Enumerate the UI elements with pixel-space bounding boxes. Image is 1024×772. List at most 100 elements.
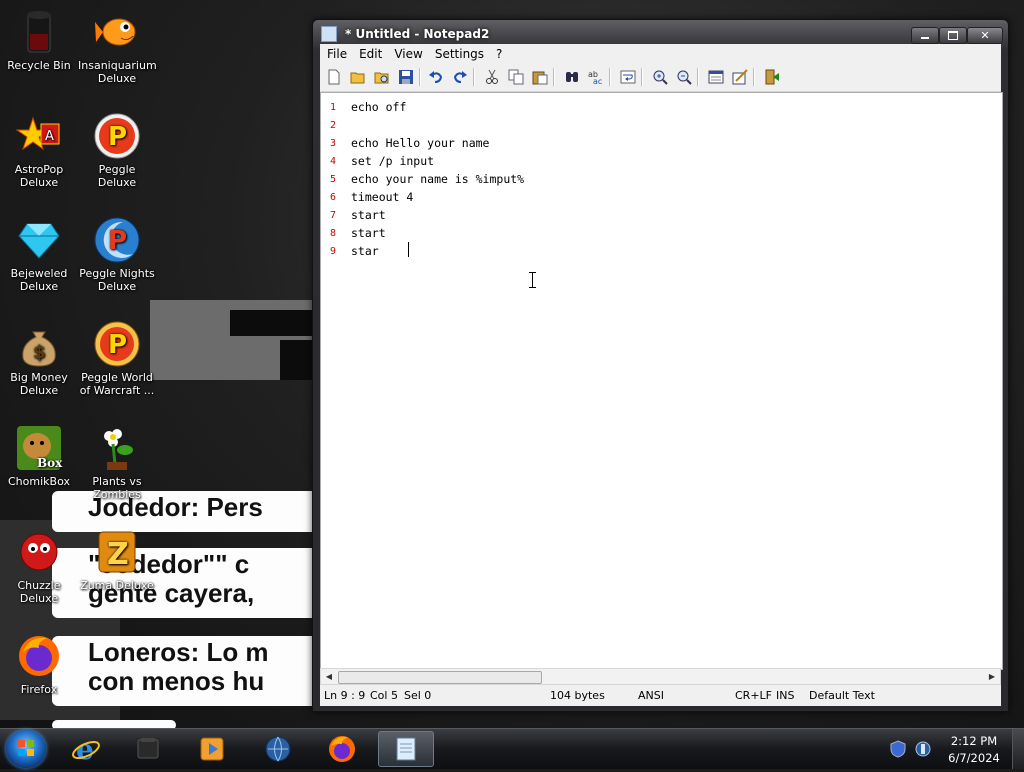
copy-icon[interactable]	[508, 69, 524, 85]
word-wrap-icon[interactable]	[620, 69, 636, 85]
start-button[interactable]	[6, 730, 46, 768]
chomikbox-icon: Box	[15, 424, 63, 472]
desktop-icon-recycle-bin[interactable]: Recycle Bin	[0, 8, 78, 72]
text-caret	[408, 242, 409, 257]
cut-icon[interactable]	[484, 69, 500, 85]
chuzzle-icon	[15, 528, 63, 576]
minimize-button[interactable]	[911, 27, 939, 44]
code-line: echo off	[351, 100, 407, 114]
desktop-icon-bejeweled[interactable]: Bejeweled Deluxe	[0, 216, 78, 293]
customize-scheme-icon[interactable]	[732, 69, 748, 85]
status-line-endings[interactable]: CR+LF	[735, 689, 772, 702]
line-number: 6	[330, 192, 337, 203]
replace-icon[interactable]: abac	[588, 69, 604, 85]
taskbar-notepad2[interactable]	[378, 731, 434, 767]
system-clock[interactable]: 2:12 PM 6/7/2024	[938, 733, 1010, 767]
desktop-icon-peggle[interactable]: P Peggle Deluxe	[78, 112, 156, 189]
scheme-icon[interactable]	[708, 69, 724, 85]
new-icon[interactable]	[326, 69, 342, 85]
svg-text:P: P	[108, 226, 127, 256]
svg-text:P: P	[108, 122, 127, 152]
menu-help[interactable]: ?	[489, 44, 507, 61]
taskbar-media-player[interactable]	[194, 731, 230, 767]
zuma-icon: Z	[93, 528, 141, 576]
status-insert-mode[interactable]: INS	[776, 689, 794, 702]
find-icon[interactable]	[564, 69, 580, 85]
show-desktop-button[interactable]	[1012, 729, 1024, 769]
status-scheme[interactable]: Default Text	[809, 689, 875, 702]
flower-icon	[93, 424, 141, 472]
line-number: 5	[330, 174, 337, 185]
desktop-icon-label: ChomikBox	[8, 475, 70, 488]
menu-edit[interactable]: Edit	[352, 44, 387, 61]
undo-icon[interactable]	[428, 69, 444, 85]
wallpaper-caption: Loneros: Lo m con menos hu	[52, 636, 322, 706]
close-button[interactable]: ✕	[967, 27, 1003, 44]
menu-file[interactable]: File	[320, 44, 352, 61]
toolbar-separator	[641, 68, 643, 86]
taskbar-firefox[interactable]	[324, 731, 360, 767]
menu-settings[interactable]: Settings	[428, 44, 489, 61]
text-editor[interactable]: 1 2 3 4 5 6 7 8 9 echo off echo Hello yo…	[320, 92, 1003, 670]
desktop-icon-zuma[interactable]: Z Zuma Deluxe	[78, 528, 156, 592]
recycle-bin-icon	[15, 8, 63, 56]
scrollbar-thumb[interactable]	[338, 671, 542, 684]
menu-view[interactable]: View	[387, 44, 427, 61]
firefox-icon	[15, 632, 63, 680]
toolbar-separator	[419, 68, 421, 86]
security-shield-icon[interactable]	[890, 740, 906, 758]
redo-icon[interactable]	[452, 69, 468, 85]
scroll-right-arrow-icon[interactable]: ▶	[984, 669, 1000, 684]
wallpaper-shape	[230, 310, 320, 336]
desktop-icon-astropop[interactable]: A AstroPop Deluxe	[0, 112, 78, 189]
horizontal-scrollbar[interactable]: ◀ ▶	[320, 668, 1001, 685]
zoom-in-icon[interactable]	[652, 69, 668, 85]
save-icon[interactable]	[398, 69, 414, 85]
gem-icon	[15, 216, 63, 264]
astropop-icon: A	[15, 112, 63, 160]
svg-text:Box: Box	[37, 456, 63, 470]
desktop-icon-chomikbox[interactable]: Box ChomikBox	[0, 424, 78, 488]
svg-text:Z: Z	[107, 537, 129, 572]
line-number: 3	[330, 138, 337, 149]
peggle-wow-icon: P	[93, 320, 141, 368]
desktop-icon-label: Zuma Deluxe	[80, 579, 154, 592]
open-icon[interactable]	[350, 69, 366, 85]
code-line: start	[351, 226, 386, 240]
desktop-icon-peggle-nights[interactable]: P Peggle Nights Deluxe	[78, 216, 156, 293]
media-player-icon	[200, 737, 224, 761]
zoom-out-icon[interactable]	[676, 69, 692, 85]
desktop-icon-chuzzle[interactable]: Chuzzle Deluxe	[0, 528, 78, 605]
taskbar-media-center[interactable]	[130, 731, 166, 767]
peggle-nights-icon: P	[93, 216, 141, 264]
toolbar-separator	[609, 68, 611, 86]
window-title: * Untitled - Notepad2	[345, 27, 490, 41]
desktop-icon-peggle-wow[interactable]: P Peggle World of Warcraft ...	[78, 320, 156, 397]
desktop-icon-label: Plants vs Zombies	[92, 475, 142, 501]
line-number: 4	[330, 156, 337, 167]
desktop-icon-big-money[interactable]: $ Big Money Deluxe	[0, 320, 78, 397]
line-number: 9	[330, 246, 337, 257]
desktop-icon-label: Bejeweled Deluxe	[10, 267, 68, 293]
desktop-icon-plants-vs-zombies[interactable]: Plants vs Zombies	[78, 424, 156, 501]
exit-icon[interactable]	[764, 69, 780, 85]
taskbar-internet-explorer[interactable]: e	[68, 731, 104, 767]
desktop-icon-label: Firefox	[20, 683, 58, 696]
ibeam-cursor-icon	[529, 272, 536, 288]
scroll-left-arrow-icon[interactable]: ◀	[321, 669, 337, 684]
taskbar-network[interactable]	[260, 731, 296, 767]
desktop-icon-label: Peggle World of Warcraft ...	[79, 371, 155, 397]
paste-icon[interactable]	[532, 69, 548, 85]
line-number: 2	[330, 120, 337, 131]
status-size: 104 bytes	[550, 689, 605, 702]
desktop-icon-firefox[interactable]: Firefox	[0, 632, 78, 696]
browse-icon[interactable]	[374, 69, 390, 85]
desktop-icon-label: Big Money Deluxe	[10, 371, 68, 397]
desktop-icon-insaniquarium[interactable]: Insaniquarium Deluxe	[78, 8, 157, 85]
status-encoding[interactable]: ANSI	[638, 689, 664, 702]
network-status-icon[interactable]	[914, 740, 932, 758]
maximize-button[interactable]	[939, 27, 967, 44]
desktop-icon-label: AstroPop Deluxe	[14, 163, 64, 189]
peggle-icon: P	[93, 112, 141, 160]
notepad-app-icon[interactable]	[321, 26, 337, 42]
